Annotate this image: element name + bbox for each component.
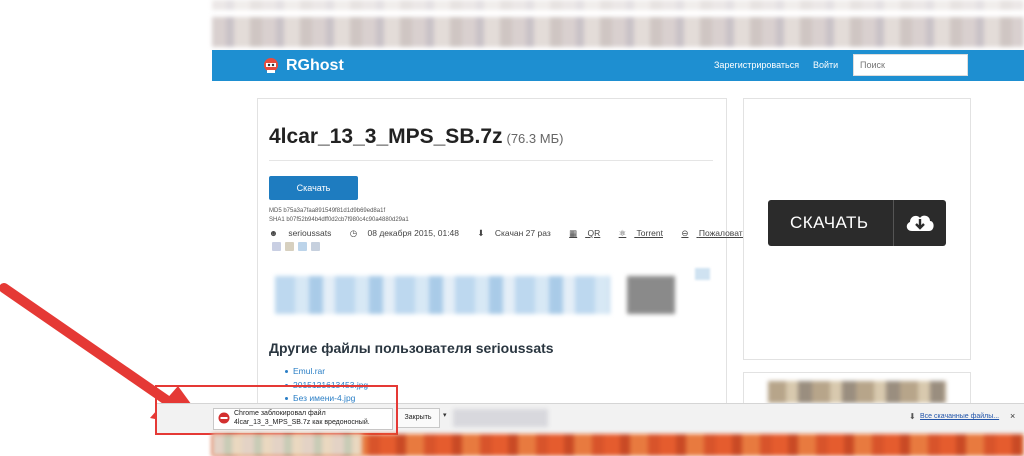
blurred-sidebar-ad	[768, 381, 946, 403]
torrent-icon: ⚛	[618, 228, 627, 238]
uploader[interactable]: ☻ serioussats	[269, 228, 339, 238]
file-name: 4lcar_13_3_MPS_SB.7z	[269, 125, 503, 148]
download-arrow-icon: ⬇	[909, 412, 916, 421]
clock-icon: ◷	[349, 228, 358, 238]
upload-date: ◷ 08 декабря 2015, 01:48	[349, 228, 460, 238]
brand-logo[interactable]: RGhost	[286, 57, 344, 75]
user-file-link[interactable]: Emul.rar	[293, 366, 325, 376]
close-shelf-icon[interactable]: ×	[1010, 411, 1015, 421]
share-icon-1[interactable]	[272, 242, 281, 251]
big-download-label: СКАЧАТЬ	[790, 213, 869, 232]
user-icon: ☻	[269, 228, 278, 238]
share-icon-4[interactable]	[311, 242, 320, 251]
blurred-ad-thumb	[627, 276, 675, 314]
file-title: 4lcar_13_3_MPS_SB.7z (76.3 МБ)	[269, 125, 563, 149]
search-input[interactable]	[853, 54, 968, 76]
md5-hash: MD5 b75a3a7faa891549f81d1d9b69ed8a1f	[269, 208, 386, 214]
login-link[interactable]: Войти	[813, 60, 838, 70]
all-downloads-link[interactable]: Все скачанные файлы...	[920, 413, 999, 420]
title-divider	[269, 160, 713, 161]
ghost-logo-icon	[264, 58, 278, 73]
blurred-ad-banner	[275, 276, 610, 314]
blurred-ad-mark	[695, 268, 710, 280]
share-icon-3[interactable]	[298, 242, 307, 251]
torrent-link[interactable]: ⚛ Torrent	[619, 228, 671, 238]
other-files-heading: Другие файлы пользователя serioussats	[269, 340, 554, 356]
qr-link[interactable]: ▦ QR	[569, 228, 608, 238]
file-size: (76.3 МБ)	[506, 131, 564, 146]
blurred-top-strip	[212, 0, 1024, 10]
sha1-hash: SHA1 b07f52b94b4dff0d2cb7f980c4c90a4880d…	[269, 217, 409, 223]
close-download-button[interactable]: Закрыть	[396, 408, 440, 428]
share-icon-2[interactable]	[285, 242, 294, 251]
file-meta: ☻ serioussats ◷ 08 декабря 2015, 01:48 ⬇…	[269, 228, 772, 239]
download-button[interactable]: Скачать	[269, 176, 358, 200]
list-bullet	[285, 370, 288, 373]
big-download-divider	[893, 200, 894, 246]
blurred-download-item	[453, 409, 548, 427]
register-link[interactable]: Зарегистрироваться	[714, 60, 799, 70]
highlight-frame	[155, 385, 398, 435]
download-count: ⬇ Скачан 27 раз	[477, 228, 551, 238]
download-icon: ⬇	[477, 228, 485, 238]
qr-icon: ▦	[569, 228, 578, 238]
blurred-address-bar	[212, 17, 1024, 47]
cloud-download-icon	[906, 215, 934, 231]
blurred-taskbar-left	[212, 434, 362, 456]
chevron-down-icon[interactable]: ▾	[443, 411, 447, 419]
minus-circle-icon: ⊖	[681, 228, 689, 238]
